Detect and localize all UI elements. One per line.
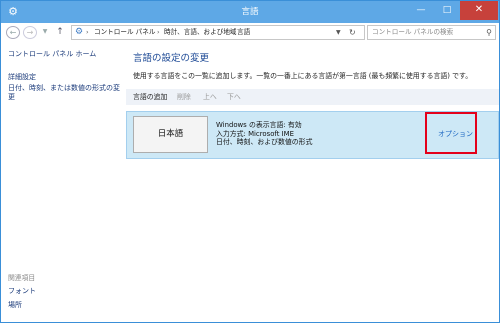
forward-button[interactable]: → [23,26,37,39]
breadcrumb-language[interactable]: 言語 [237,26,250,39]
back-arrow-icon: ← [9,28,17,37]
remove-button[interactable]: 削除 [177,89,191,105]
input-method: 入力方式: Microsoft IME [216,129,294,138]
breadcrumb-separator-icon[interactable]: › [157,26,160,39]
navigation-bar: ← → ▼ ↑ ⚙ › コントロール パネル › 時計、言語、および地域 › 言… [1,23,499,41]
up-arrow-icon: ↑ [56,27,64,37]
language-list-item[interactable]: 日本語 Windows の表示言語: 有効 入力方式: Microsoft IM… [126,111,499,159]
search-placeholder: コントロール パネルの検索 [372,28,454,36]
date-time-format: 日付、時刻、および数値の形式 [216,138,313,147]
breadcrumb-control-panel[interactable]: コントロール パネル [94,26,155,39]
maximize-button[interactable]: □ [434,1,460,20]
language-window: ⚙ 言語 — □ ✕ ← → ▼ ↑ ⚙ › コントロール パネル › 時計、言… [0,0,500,323]
move-up-button[interactable]: 上へ [203,89,217,105]
language-toolbar: 言語の追加 削除 上へ 下へ [126,89,499,105]
close-icon: ✕ [474,4,484,15]
maximize-icon: □ [442,5,452,15]
recent-pages-dropdown-icon: ▼ [42,28,48,35]
address-bar[interactable]: ⚙ › コントロール パネル › 時計、言語、および地域 › 言語 ▼ ↻ [71,25,365,40]
page-description: 使用する言語をこの一覧に追加します。一覧の一番上にある言語が第一言語 (最も頻繁… [133,72,473,80]
add-language-button[interactable]: 言語の追加 [133,89,167,105]
refresh-icon[interactable]: ↻ [349,26,356,39]
recent-pages-button[interactable]: ▼ [41,26,49,38]
sidebar-fonts-link[interactable]: フォント [8,286,36,296]
sidebar-advanced-settings[interactable]: 詳細設定 [8,72,36,82]
page-title: 言語の設定の変更 [133,53,210,64]
title-bar[interactable]: ⚙ 言語 — □ ✕ [1,1,499,23]
options-link[interactable]: オプション [438,129,473,139]
close-button[interactable]: ✕ [460,1,498,20]
control-panel-icon: ⚙ [75,27,84,37]
minimize-button[interactable]: — [408,1,434,20]
move-down-button[interactable]: 下へ [227,89,241,105]
breadcrumb-separator-icon[interactable]: › [86,26,89,39]
sidebar-date-time-format[interactable]: 日付、時刻、または数値の形式の変更 [8,84,120,102]
search-box[interactable]: コントロール パネルの検索 ⚲ [367,25,496,40]
language-details: Windows の表示言語: 有効 入力方式: Microsoft IME 日付… [216,121,312,147]
sidebar-control-panel-home[interactable]: コントロール パネル ホーム [8,49,96,59]
back-button[interactable]: ← [6,26,20,39]
related-header: 関連項目 [8,274,36,282]
forward-arrow-icon: → [26,28,34,37]
main-content: 言語の設定の変更 使用する言語をこの一覧に追加します。一覧の一番上にある言語が第… [126,41,499,322]
search-icon[interactable]: ⚲ [486,26,492,39]
language-name-button[interactable]: 日本語 [133,116,208,153]
minimize-icon: — [416,5,426,15]
address-dropdown-icon[interactable]: ▼ [336,26,341,39]
display-language-status: Windows の表示言語: 有効 [216,121,302,129]
sidebar-location-link[interactable]: 場所 [8,300,22,310]
up-button[interactable]: ↑ [55,26,65,38]
breadcrumb-separator-icon[interactable]: › [230,26,233,39]
sidebar: コントロール パネル ホーム 詳細設定 日付、時刻、または数値の形式の変更 関連… [1,41,126,322]
breadcrumb-clock-language-region[interactable]: 時計、言語、および地域 [164,26,237,39]
